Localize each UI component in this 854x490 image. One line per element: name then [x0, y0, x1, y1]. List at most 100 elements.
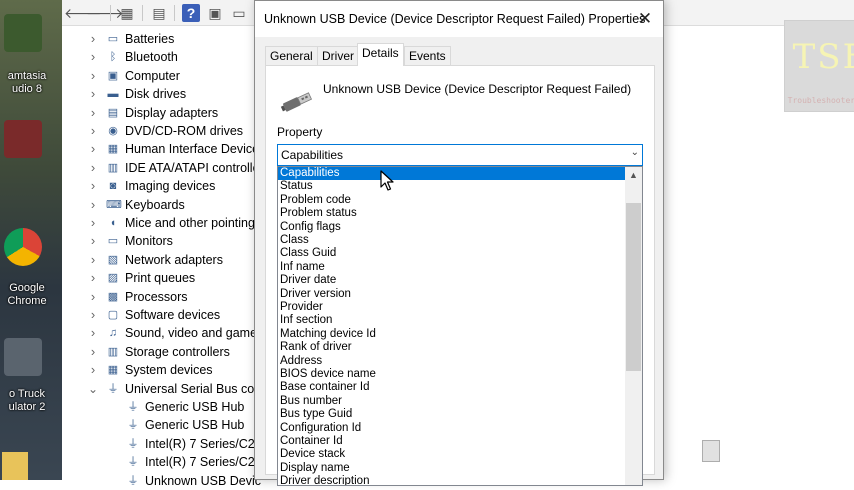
close-icon[interactable]: ✕ [633, 7, 657, 31]
help-icon[interactable]: ? [182, 4, 200, 22]
mouse-cursor-icon [380, 170, 394, 191]
dropdown-option[interactable]: Problem status [278, 207, 626, 220]
desktop-icon-label: Google Chrome [7, 282, 47, 307]
property-dropdown[interactable]: Capabilities ⌄ [277, 144, 643, 166]
dialog-titlebar[interactable]: Unknown USB Device (Device Descriptor Re… [255, 1, 663, 37]
collapse-arrow-icon[interactable]: › [88, 30, 98, 48]
tab-details[interactable]: Details [357, 43, 404, 66]
dropdown-option[interactable]: Display name [278, 462, 626, 475]
scan-icon[interactable]: ▣ [206, 4, 224, 22]
tab-general[interactable]: General [265, 46, 318, 66]
property-label: Property [277, 125, 323, 139]
tree-item-label: DVD/CD-ROM drives [125, 124, 244, 138]
collapse-arrow-icon[interactable]: › [88, 288, 98, 306]
dropdown-option[interactable]: Driver version [278, 288, 626, 301]
collapse-arrow-icon[interactable]: › [88, 232, 98, 250]
usb-device-icon [280, 92, 313, 112]
tree-item-label: Network adapters [125, 252, 223, 267]
collapse-arrow-icon[interactable]: › [88, 104, 98, 122]
dropdown-option[interactable]: BIOS device name [278, 368, 626, 381]
tree-item-label: Universal Serial Bus con [125, 381, 262, 396]
property-dropdown-list[interactable]: Driver description Display name Device sta… [277, 166, 643, 486]
collapse-arrow-icon[interactable]: › [88, 251, 98, 269]
view-icon[interactable]: ▦ [118, 4, 136, 22]
monitor-icon[interactable]: ▭ [230, 4, 248, 22]
ide-icon: ▥ [107, 161, 119, 174]
dropdown-option[interactable]: Base container Id [278, 381, 626, 394]
desktop-icon-label: o Truck ulator 2 [8, 388, 46, 413]
tab-events[interactable]: Events [404, 46, 451, 66]
monitor-icon: ▭ [107, 235, 119, 248]
toolbar-divider [174, 5, 175, 21]
usb-icon: ⏚ [107, 382, 119, 395]
property-dropdown-value: Capabilities [281, 148, 344, 162]
dropdown-option[interactable]: Class Guid [278, 247, 626, 260]
back-icon[interactable]: 🡐 [64, 4, 102, 22]
tree-item-label: System devices [125, 363, 213, 378]
tree-item-label: Keyboards [125, 197, 185, 212]
software-icon: ▢ [107, 309, 119, 321]
collapse-arrow-icon[interactable]: › [88, 67, 98, 85]
forward-icon[interactable]: 🡒 [86, 4, 124, 22]
collapse-arrow-icon[interactable]: › [88, 324, 98, 342]
dropdown-option[interactable]: Container Id [278, 435, 626, 448]
tree-item-label: Unknown USB Devic [145, 473, 262, 488]
dropdown-option[interactable]: Bus number [278, 395, 626, 408]
dropdown-option[interactable]: Provider [278, 301, 626, 314]
collapse-arrow-icon[interactable]: › [88, 214, 98, 232]
scrollbar-thumb[interactable] [626, 203, 641, 371]
collapse-arrow-icon[interactable]: › [88, 159, 98, 177]
dropdown-option[interactable]: Problem code [278, 194, 626, 207]
tree-item-label: Software devices [125, 308, 221, 322]
background-button[interactable] [702, 440, 720, 462]
collapse-arrow-icon[interactable]: › [88, 269, 98, 287]
dropdown-option[interactable]: Driver date [278, 274, 626, 287]
properties-icon[interactable]: ▤ [150, 4, 168, 22]
tab-driver[interactable]: Driver [317, 46, 359, 66]
dvd-icon: ◉ [108, 125, 118, 137]
collapse-arrow-icon[interactable]: › [88, 177, 98, 195]
dropdown-option[interactable]: Device stack [278, 448, 626, 461]
collapse-arrow-icon[interactable]: › [88, 196, 98, 214]
dropdown-option[interactable]: Status [278, 180, 626, 193]
dropdown-option[interactable]: Configuration Id [278, 422, 626, 435]
dropdown-option[interactable]: Rank of driver [278, 341, 626, 354]
collapse-arrow-icon[interactable]: › [88, 140, 98, 158]
folder-icon[interactable] [2, 452, 28, 480]
processor-icon: ▩ [107, 290, 119, 303]
collapse-arrow-icon[interactable]: › [88, 306, 98, 324]
scroll-up-icon[interactable]: ▲ [625, 167, 642, 184]
tree-item-label: Generic USB Hub [145, 400, 245, 414]
collapse-arrow-icon[interactable]: › [88, 48, 98, 66]
dropdown-option[interactable]: Address [278, 355, 626, 368]
tree-item-label: IDE ATA/ATAPI controlle [125, 160, 260, 175]
scrollbar[interactable]: ▲ [625, 167, 642, 485]
dropdown-option[interactable]: Inf section [278, 314, 626, 327]
collapse-arrow-icon[interactable]: › [88, 122, 98, 140]
dropdown-option[interactable]: Class [278, 234, 626, 247]
tree-item-label: Monitors [125, 234, 173, 249]
dropdown-option[interactable]: Driver description [278, 475, 626, 485]
keyboard-icon: ⌨ [106, 198, 122, 211]
desktop-icon-label: amtasia udio 8 [7, 70, 47, 95]
disk-icon: ▬ [107, 88, 119, 101]
collapse-arrow-icon[interactable]: › [88, 85, 98, 103]
expand-arrow-icon[interactable]: ⌄ [88, 380, 98, 398]
tree-item-label: Sound, video and game [125, 326, 258, 341]
collapse-arrow-icon[interactable]: › [88, 361, 98, 379]
dropdown-option[interactable]: Bus type Guid [278, 408, 626, 421]
dropdown-option[interactable]: Config flags [278, 221, 626, 234]
tree-item-label: Bluetooth [125, 50, 178, 65]
tree-item-label: Processors [125, 289, 188, 304]
network-icon: ▧ [107, 253, 119, 266]
collapse-arrow-icon[interactable]: › [88, 343, 98, 361]
chevron-down-icon: ⌄ [630, 147, 639, 158]
dropdown-option[interactable]: Matching device Id [278, 328, 626, 341]
dropdown-option[interactable]: Inf name [278, 261, 626, 274]
usb-plug-icon: ⏚ [127, 401, 139, 413]
dropdown-option[interactable]: Capabilities [278, 167, 626, 181]
usb-plug-icon: ⏚ [127, 474, 139, 487]
tree-item-label: Storage controllers [125, 344, 230, 359]
printer-icon: ▨ [107, 272, 119, 285]
usb-plug-icon: ⏚ [127, 419, 139, 432]
